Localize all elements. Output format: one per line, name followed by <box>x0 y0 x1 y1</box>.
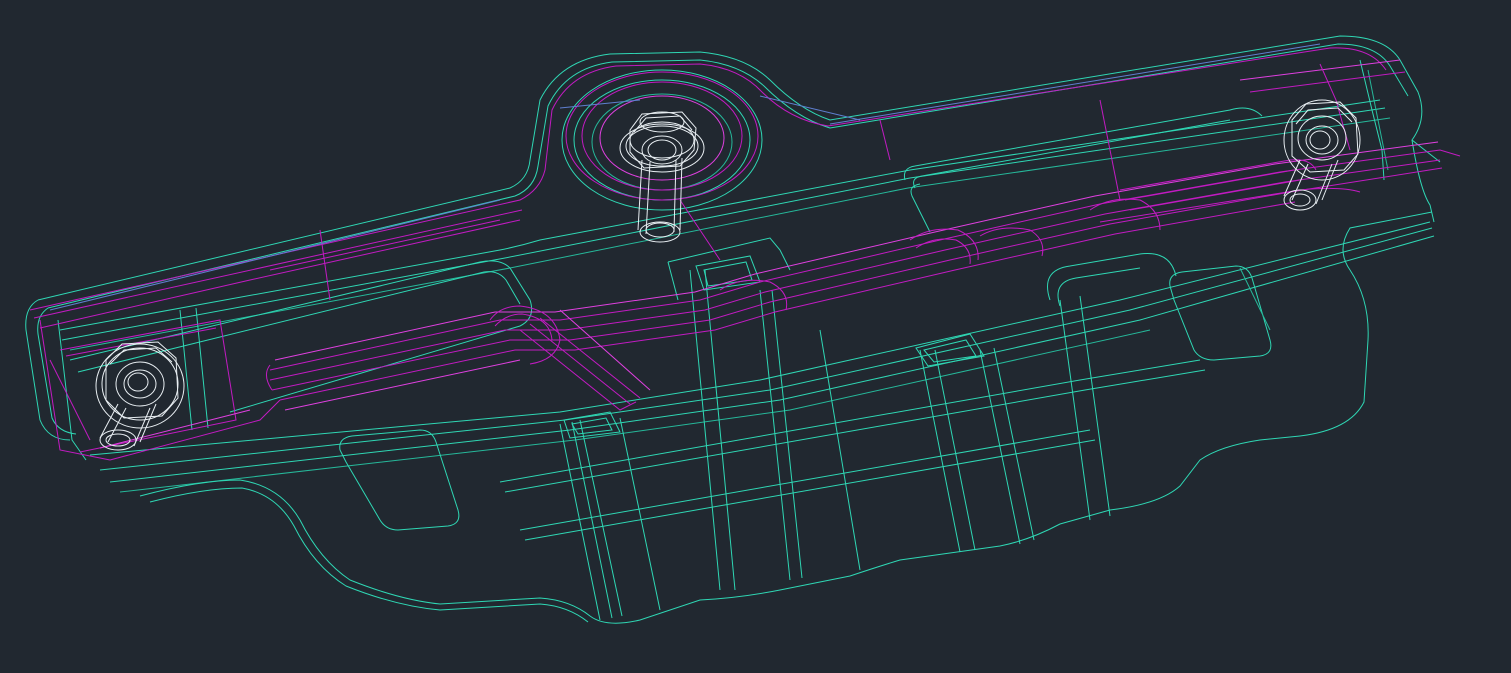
right-bolt[interactable] <box>1283 99 1361 211</box>
wireframe-drawing <box>25 35 1461 624</box>
magenta-bracket <box>29 47 1461 461</box>
sheet-metal-panel <box>25 35 1441 624</box>
cad-viewport[interactable] <box>0 0 1511 673</box>
